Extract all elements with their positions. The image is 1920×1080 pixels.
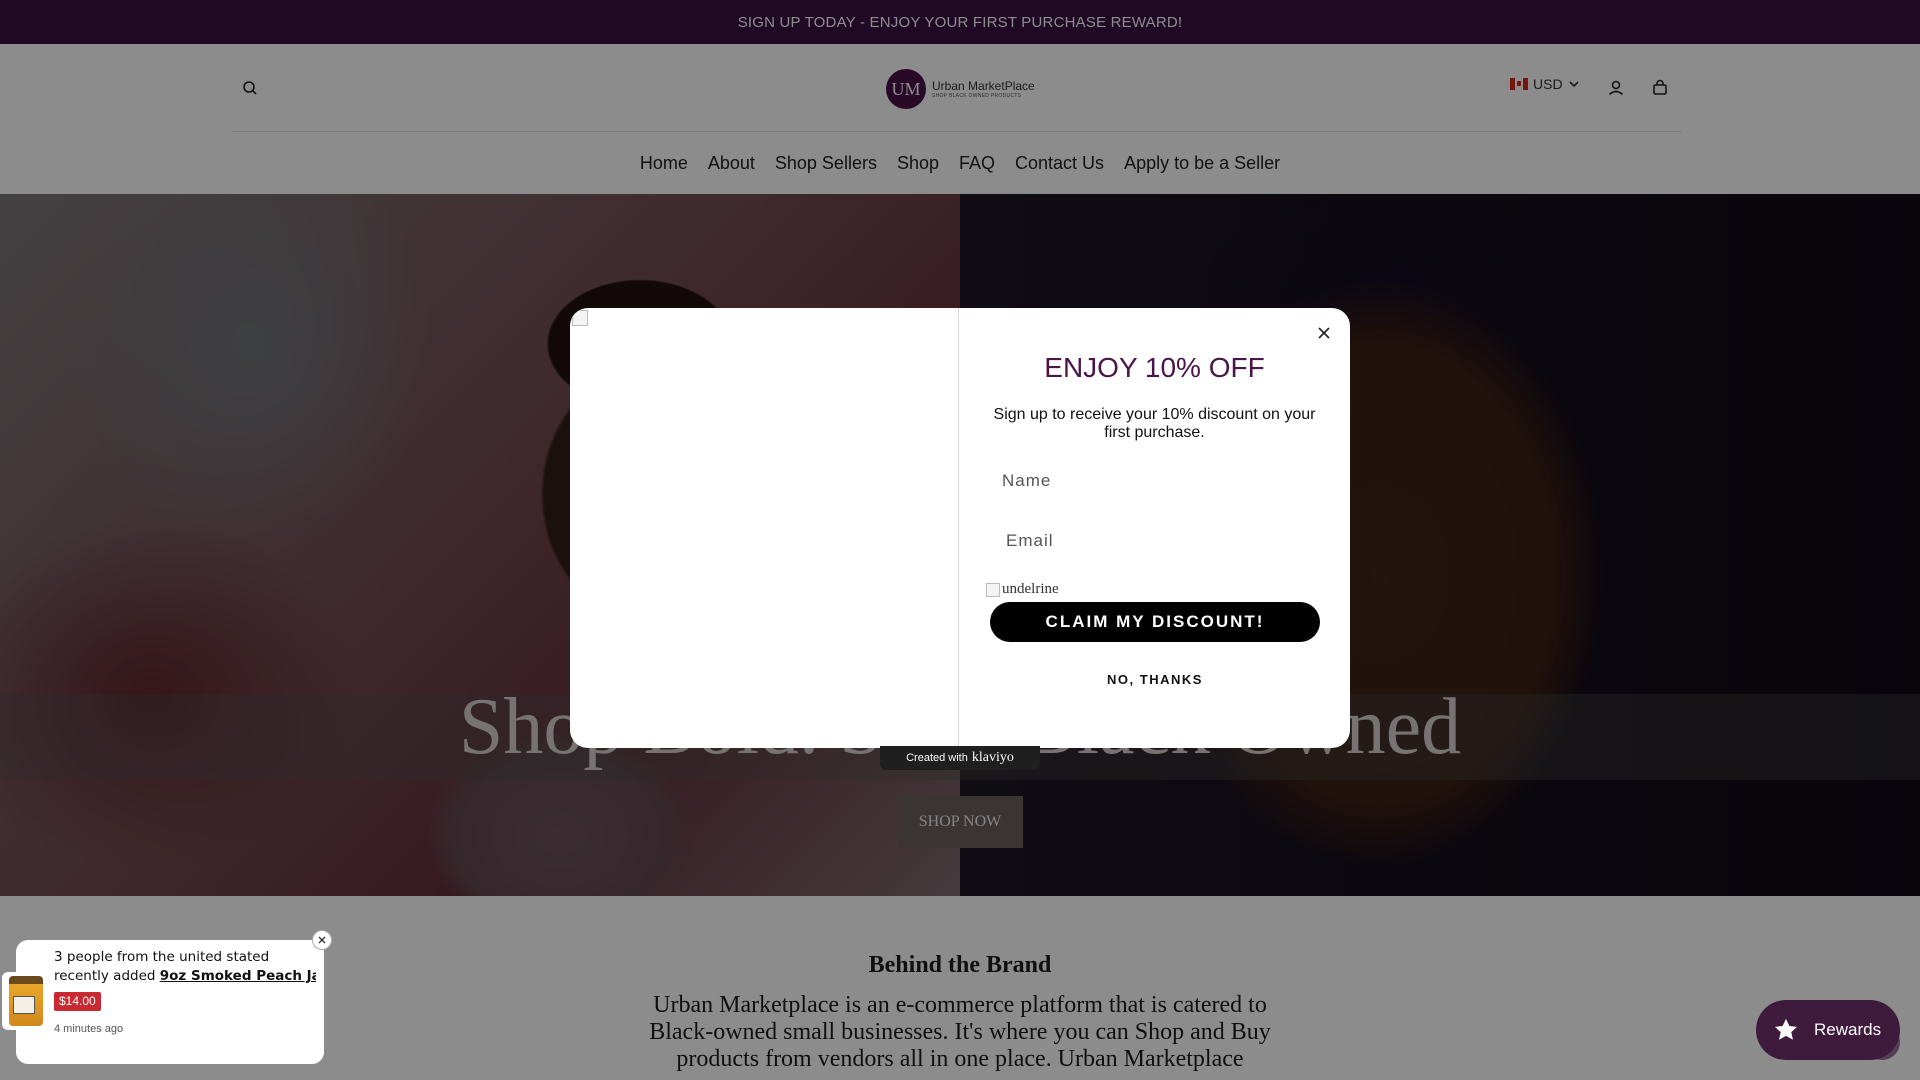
broken-image-icon bbox=[572, 310, 588, 326]
popup-heading: ENJOY 10% OFF bbox=[1044, 352, 1265, 383]
broken-image-icon bbox=[986, 582, 1000, 597]
price-badge: $14.00 bbox=[54, 992, 101, 1011]
broken-image-undelrine: undelrine bbox=[986, 581, 1059, 598]
popup-image bbox=[570, 308, 959, 748]
broken-image-alt: undelrine bbox=[1002, 581, 1059, 597]
no-thanks-button[interactable]: NO, THANKS bbox=[990, 672, 1320, 687]
toast-product-link[interactable]: 9oz Smoked Peach Ja... bbox=[160, 968, 316, 984]
star-icon bbox=[1774, 1018, 1798, 1040]
claim-discount-button[interactable]: CLAIM MY DISCOUNT! bbox=[990, 602, 1320, 642]
rewards-label: Rewards bbox=[1814, 1020, 1882, 1039]
credit-prefix: Created with bbox=[906, 752, 968, 764]
close-icon[interactable] bbox=[312, 930, 332, 950]
toast-line-1: 3 people from the united stated bbox=[54, 949, 270, 965]
close-icon[interactable] bbox=[1311, 320, 1337, 346]
klaviyo-credit[interactable]: Created with klaviyo bbox=[880, 746, 1040, 770]
rewards-button[interactable]: Rewards bbox=[1756, 1000, 1900, 1060]
name-field[interactable] bbox=[990, 463, 1320, 499]
toast-timestamp: 4 minutes ago bbox=[54, 1023, 124, 1035]
product-thumbnail[interactable] bbox=[2, 972, 50, 1030]
klaviyo-logo: klaviyo bbox=[971, 750, 1014, 765]
email-field[interactable] bbox=[990, 523, 1320, 559]
toast-line-2: recently added 9oz Smoked Peach Ja... bbox=[54, 967, 316, 986]
popup-subtext: Sign up to receive your 10% discount on … bbox=[993, 406, 1316, 441]
jar-image bbox=[9, 976, 43, 1026]
discount-popup: ENJOY 10% OFF Sign up to receive your 10… bbox=[570, 308, 1350, 748]
toast-message: 3 people from the united stated recently… bbox=[54, 948, 316, 986]
toast-prefix: recently added bbox=[54, 968, 156, 984]
recent-activity-toast: 3 people from the united stated recently… bbox=[2, 930, 332, 1064]
